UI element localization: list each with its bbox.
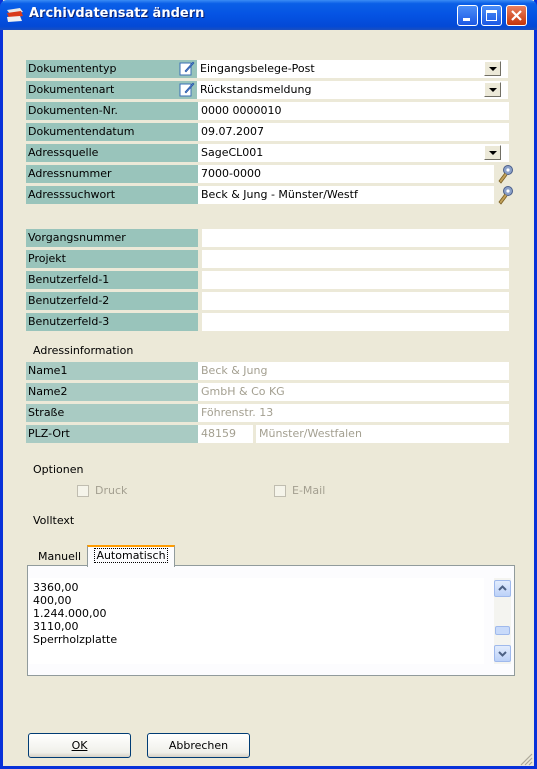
- label-strasse: Straße: [26, 404, 198, 422]
- edit-icon[interactable]: [179, 81, 195, 97]
- volltext-scrollbar[interactable]: [494, 578, 511, 664]
- druck-label: Druck: [95, 484, 128, 497]
- scroll-thumb[interactable]: [495, 626, 510, 635]
- minimize-icon: [463, 18, 470, 21]
- close-button[interactable]: [506, 5, 527, 26]
- tab-automatisch[interactable]: Automatisch: [87, 545, 175, 567]
- window-title: Archivdatensatz ändern: [29, 6, 205, 21]
- dokumenten-nr-field[interactable]: 0000 0000010: [198, 102, 509, 120]
- label-dokumententyp: Dokumententyp: [26, 60, 198, 78]
- dokumententyp-dropdown-button[interactable]: [484, 61, 501, 76]
- label-dokumenten-nr: Dokumenten-Nr.: [26, 102, 198, 120]
- edit-icon[interactable]: [179, 60, 195, 76]
- text-line: Sperrholzplatte: [33, 633, 118, 646]
- title-bar[interactable]: Archivdatensatz ändern: [0, 0, 537, 30]
- name1-field: Beck & Jung: [198, 362, 509, 380]
- dokumententyp-select[interactable]: Eingangsbelege-Post: [197, 60, 508, 78]
- adresssuchwort-field[interactable]: Beck & Jung - Münster/Westf: [198, 186, 494, 204]
- dokumentenart-select[interactable]: Rückstandsmeldung: [197, 81, 508, 99]
- resize-grip-icon[interactable]: [519, 752, 533, 766]
- email-checkbox[interactable]: [274, 485, 286, 497]
- text-line: 1.244.000,00: [33, 607, 107, 620]
- volltext-textarea[interactable]: 3360,00 400,00 1.244.000,00 3110,00 Sper…: [29, 578, 484, 664]
- ok-button-label: OK: [71, 739, 88, 752]
- search-key-icon[interactable]: [496, 185, 514, 205]
- adressquelle-select[interactable]: SageCL001: [198, 144, 509, 162]
- vorgangsnummer-field[interactable]: [202, 229, 509, 247]
- minimize-button[interactable]: [457, 5, 478, 26]
- dokumentendatum-field[interactable]: 09.07.2007: [198, 123, 509, 141]
- benutzerfeld-3-field[interactable]: [202, 313, 509, 331]
- cancel-button[interactable]: Abbrechen: [147, 733, 250, 758]
- volltext-heading: Volltext: [33, 514, 75, 527]
- tab-automatisch-label: Automatisch: [94, 548, 168, 563]
- druck-checkbox[interactable]: [77, 485, 89, 497]
- scroll-up-button[interactable]: [494, 580, 511, 597]
- text-line: 400,00: [33, 594, 72, 607]
- label-plz-ort: PLZ-Ort: [26, 425, 198, 443]
- app-icon: [7, 8, 23, 22]
- scroll-down-button[interactable]: [494, 645, 511, 662]
- label-dokumentendatum: Dokumentendatum: [26, 123, 198, 141]
- plz-field: 48159: [198, 425, 253, 443]
- search-key-icon[interactable]: [496, 164, 514, 184]
- strasse-field: Föhrenstr. 13: [198, 404, 509, 422]
- maximize-icon: [486, 10, 497, 21]
- label-benutzerfeld-2: Benutzerfeld-2: [26, 292, 198, 310]
- name2-field: GmbH & Co KG: [198, 383, 509, 401]
- maximize-button[interactable]: [481, 5, 502, 26]
- adressquelle-dropdown-button[interactable]: [484, 145, 501, 160]
- text-line: 3360,00: [33, 581, 79, 594]
- label-benutzerfeld-1: Benutzerfeld-1: [26, 271, 198, 289]
- tab-manuell[interactable]: Manuell: [32, 547, 87, 567]
- benutzerfeld-2-field[interactable]: [202, 292, 509, 310]
- email-label: E-Mail: [292, 484, 326, 497]
- cancel-button-label: Abbrechen: [168, 739, 229, 752]
- label-adressquelle: Adressquelle: [26, 144, 198, 162]
- label-vorgangsnummer: Vorgangsnummer: [26, 229, 198, 247]
- ort-field: Münster/Westfalen: [256, 425, 509, 443]
- adressnummer-field[interactable]: 7000-0000: [198, 165, 494, 183]
- label-adresssuchwort: Adresssuchwort: [26, 186, 198, 204]
- label-benutzerfeld-3: Benutzerfeld-3: [26, 313, 198, 331]
- options-heading: Optionen: [33, 463, 84, 476]
- chevron-down-icon: [498, 651, 507, 657]
- dokumentenart-dropdown-button[interactable]: [484, 82, 501, 97]
- label-name1: Name1: [26, 362, 198, 380]
- address-info-heading: Adressinformation: [33, 344, 134, 357]
- benutzerfeld-1-field[interactable]: [202, 271, 509, 289]
- label-projekt: Projekt: [26, 250, 198, 268]
- label-dokumentenart: Dokumentenart: [26, 81, 198, 99]
- label-adressnummer: Adressnummer: [26, 165, 198, 183]
- text-line: 3110,00: [33, 620, 79, 633]
- projekt-field[interactable]: [202, 250, 509, 268]
- chevron-up-icon: [498, 585, 507, 591]
- ok-button[interactable]: OK: [28, 733, 131, 758]
- label-name2: Name2: [26, 383, 198, 401]
- close-icon: [511, 10, 522, 21]
